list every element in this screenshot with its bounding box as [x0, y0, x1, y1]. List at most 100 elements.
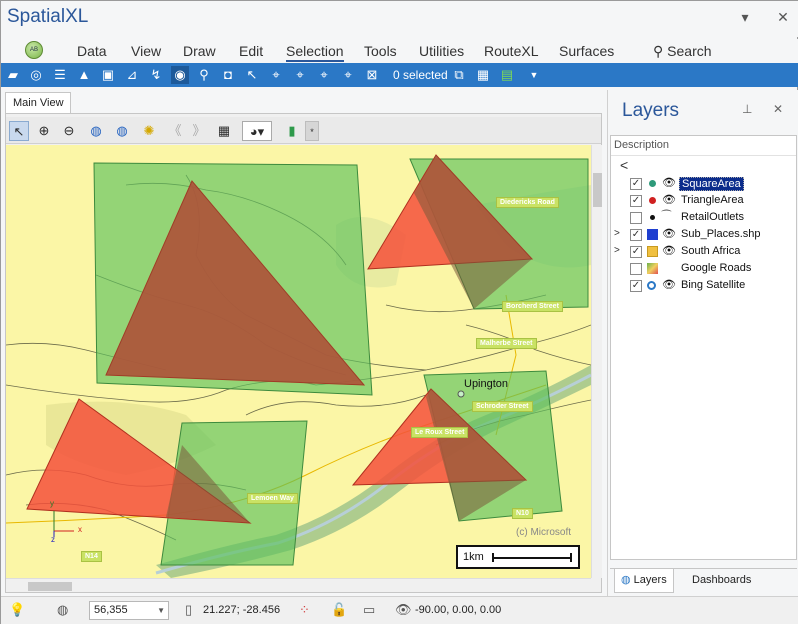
pin-icon[interactable]: ⚲ — [195, 66, 213, 84]
scale-bar-label: 1km — [463, 551, 484, 563]
menu-routexl[interactable]: RouteXL — [484, 43, 538, 59]
menu-edit[interactable]: Edit — [239, 43, 263, 59]
city-label: Upington — [464, 378, 509, 390]
message-icon[interactable]: ▭ — [363, 602, 375, 618]
layers-panel-title: Layers — [622, 100, 680, 121]
layer-row-retailoutlets[interactable]: ⁀ RetailOutlets — [611, 210, 796, 227]
tab-layers[interactable]: ◍ Layers — [614, 569, 674, 593]
globe-status-icon[interactable]: ◍ — [57, 602, 68, 618]
settings-gear-icon[interactable]: ✺ — [139, 121, 159, 141]
snap-points-icon[interactable]: ⁘ — [299, 602, 310, 618]
menu-data[interactable]: Data — [77, 43, 107, 59]
export-excel-icon[interactable]: ▤ — [498, 66, 516, 84]
select-box-icon[interactable]: ◘ — [219, 66, 237, 84]
scrollbar-thumb[interactable] — [593, 173, 602, 207]
layer-row-bing-satellite[interactable]: ✓ 👁 Bing Satellite — [611, 278, 796, 295]
layer-row-south-africa[interactable]: > ✓ 👁 South Africa — [611, 244, 796, 261]
layer-visibility-checkbox[interactable] — [630, 212, 642, 224]
eye-icon[interactable]: 👁 — [662, 193, 676, 206]
menu-tools[interactable]: Tools — [364, 43, 397, 59]
node-add-icon[interactable]: ⌖ — [291, 66, 309, 84]
layer-row-google-roads[interactable]: Google Roads — [611, 261, 796, 278]
map-color-icon[interactable]: ▲ — [75, 66, 93, 84]
node-select-icon[interactable]: ⌖ — [267, 66, 285, 84]
globe-select-icon[interactable]: ◉ — [171, 66, 189, 84]
close-panel-icon[interactable]: ✕ — [773, 102, 783, 116]
next-view-icon[interactable]: 》 — [189, 121, 209, 141]
color-theme-dropdown-icon[interactable]: ◕▾ — [242, 121, 272, 141]
clear-selection-icon[interactable]: ⊠ — [363, 66, 381, 84]
layer-visibility-checkbox[interactable]: ✓ — [630, 246, 642, 258]
search-box[interactable]: ⚲ Search — [653, 43, 712, 60]
toolbar-overflow-icon[interactable]: ▼ — [525, 66, 543, 84]
pointer-select-icon[interactable]: ↖ — [243, 66, 261, 84]
pointer-tool-icon[interactable]: ↖ — [9, 121, 29, 141]
map-svg[interactable] — [6, 145, 591, 578]
select-polygon-icon[interactable]: ⊿ — [123, 66, 141, 84]
road-label: Schroder Street — [472, 401, 533, 412]
zoom-in-icon[interactable]: ⊕ — [34, 121, 54, 141]
node-move-icon[interactable]: ⌖ — [315, 66, 333, 84]
zoom-layer-icon[interactable]: ◍ — [112, 121, 132, 141]
eye-icon[interactable]: 👁 — [662, 176, 676, 189]
back-icon[interactable]: < — [620, 157, 628, 173]
close-window-button[interactable]: ✕ — [773, 7, 793, 27]
map-vertical-scrollbar[interactable] — [591, 145, 602, 578]
menu-view[interactable]: View — [131, 43, 161, 59]
scrollbar-thumb[interactable] — [28, 582, 72, 591]
description-column-header[interactable]: Description — [611, 136, 796, 156]
layer-row-trianglearea[interactable]: ✓ 👁 TriangleArea — [611, 193, 796, 210]
map-horizontal-scrollbar[interactable] — [6, 578, 591, 592]
layer-name[interactable]: Sub_Places.shp — [679, 228, 763, 240]
eye-closed-icon[interactable]: ⁀ — [662, 210, 671, 223]
road-label: Lemoen Way — [247, 493, 298, 504]
map-canvas[interactable]: Diedericks Road Borcherd Street Malherbe… — [6, 145, 591, 578]
ribbon-options-icon[interactable]: ▾ — [735, 7, 755, 27]
attribute-table-icon[interactable]: ▦ — [474, 66, 492, 84]
layer-name[interactable]: SquareArea — [679, 177, 744, 191]
menu-selection[interactable]: Selection — [286, 43, 344, 62]
expand-chevron-icon[interactable]: > — [614, 228, 620, 239]
layer-row-squarearea[interactable]: ✓ 👁 SquareArea — [611, 176, 796, 193]
scale-select[interactable]: 56,355 ▼ — [89, 601, 169, 620]
toolbar-more-icon[interactable]: * — [305, 121, 319, 141]
node-delete-icon[interactable]: ⌖ — [339, 66, 357, 84]
grid-icon[interactable]: ▦ — [214, 121, 234, 141]
eye-icon[interactable]: 👁 — [662, 278, 676, 291]
layer-name[interactable]: Google Roads — [679, 262, 753, 274]
lock-icon[interactable]: 🔓 — [331, 602, 347, 618]
layers-stack-icon[interactable]: ☰ — [51, 66, 69, 84]
menu-surfaces[interactable]: Surfaces — [559, 43, 614, 59]
lightbulb-icon[interactable]: 💡 — [9, 602, 25, 618]
legend-marker-icon[interactable]: ▮ — [282, 121, 302, 141]
layer-name[interactable]: Bing Satellite — [679, 279, 747, 291]
menu-utilities[interactable]: Utilities — [419, 43, 464, 59]
select-rectangle-icon[interactable]: ▣ — [99, 66, 117, 84]
previous-view-icon[interactable]: 《 — [165, 121, 185, 141]
city-point[interactable] — [457, 390, 465, 398]
layer-visibility-checkbox[interactable]: ✓ — [630, 178, 642, 190]
zoom-out-icon[interactable]: ⊖ — [59, 121, 79, 141]
layer-name[interactable]: TriangleArea — [679, 194, 746, 206]
eye-icon[interactable]: 👁 — [662, 244, 676, 257]
eye-icon[interactable]: 👁 — [662, 227, 676, 240]
full-extent-icon[interactable]: ◍ — [86, 121, 106, 141]
menu-draw[interactable]: Draw — [183, 43, 216, 59]
app-logo-icon[interactable]: AB — [25, 41, 43, 59]
layer-name[interactable]: RetailOutlets — [679, 211, 746, 223]
tab-main-view[interactable]: Main View — [5, 92, 71, 114]
pin-panel-icon[interactable]: ⊥ — [742, 102, 752, 116]
layer-visibility-checkbox[interactable]: ✓ — [630, 195, 642, 207]
layer-visibility-checkbox[interactable] — [630, 263, 642, 275]
expand-chevron-icon[interactable]: > — [614, 245, 620, 256]
status-bar: 💡 ◍ 56,355 ▼ ▯ 21.227; -28.456 ⁘ 🔓 ▭ 👁 -… — [1, 596, 798, 624]
layer-name[interactable]: South Africa — [679, 245, 742, 257]
layer-visibility-checkbox[interactable]: ✓ — [630, 229, 642, 241]
select-globe-icon[interactable]: ◎ — [27, 66, 45, 84]
copy-selection-icon[interactable]: ⧉ — [450, 66, 468, 84]
layer-visibility-checkbox[interactable]: ✓ — [630, 280, 642, 292]
open-folder-icon[interactable]: ▰ — [4, 66, 22, 84]
tab-dashboards[interactable]: Dashboards — [686, 569, 757, 593]
layer-row-sub-places[interactable]: > ✓ 👁 Sub_Places.shp — [611, 227, 796, 244]
select-line-icon[interactable]: ↯ — [147, 66, 165, 84]
